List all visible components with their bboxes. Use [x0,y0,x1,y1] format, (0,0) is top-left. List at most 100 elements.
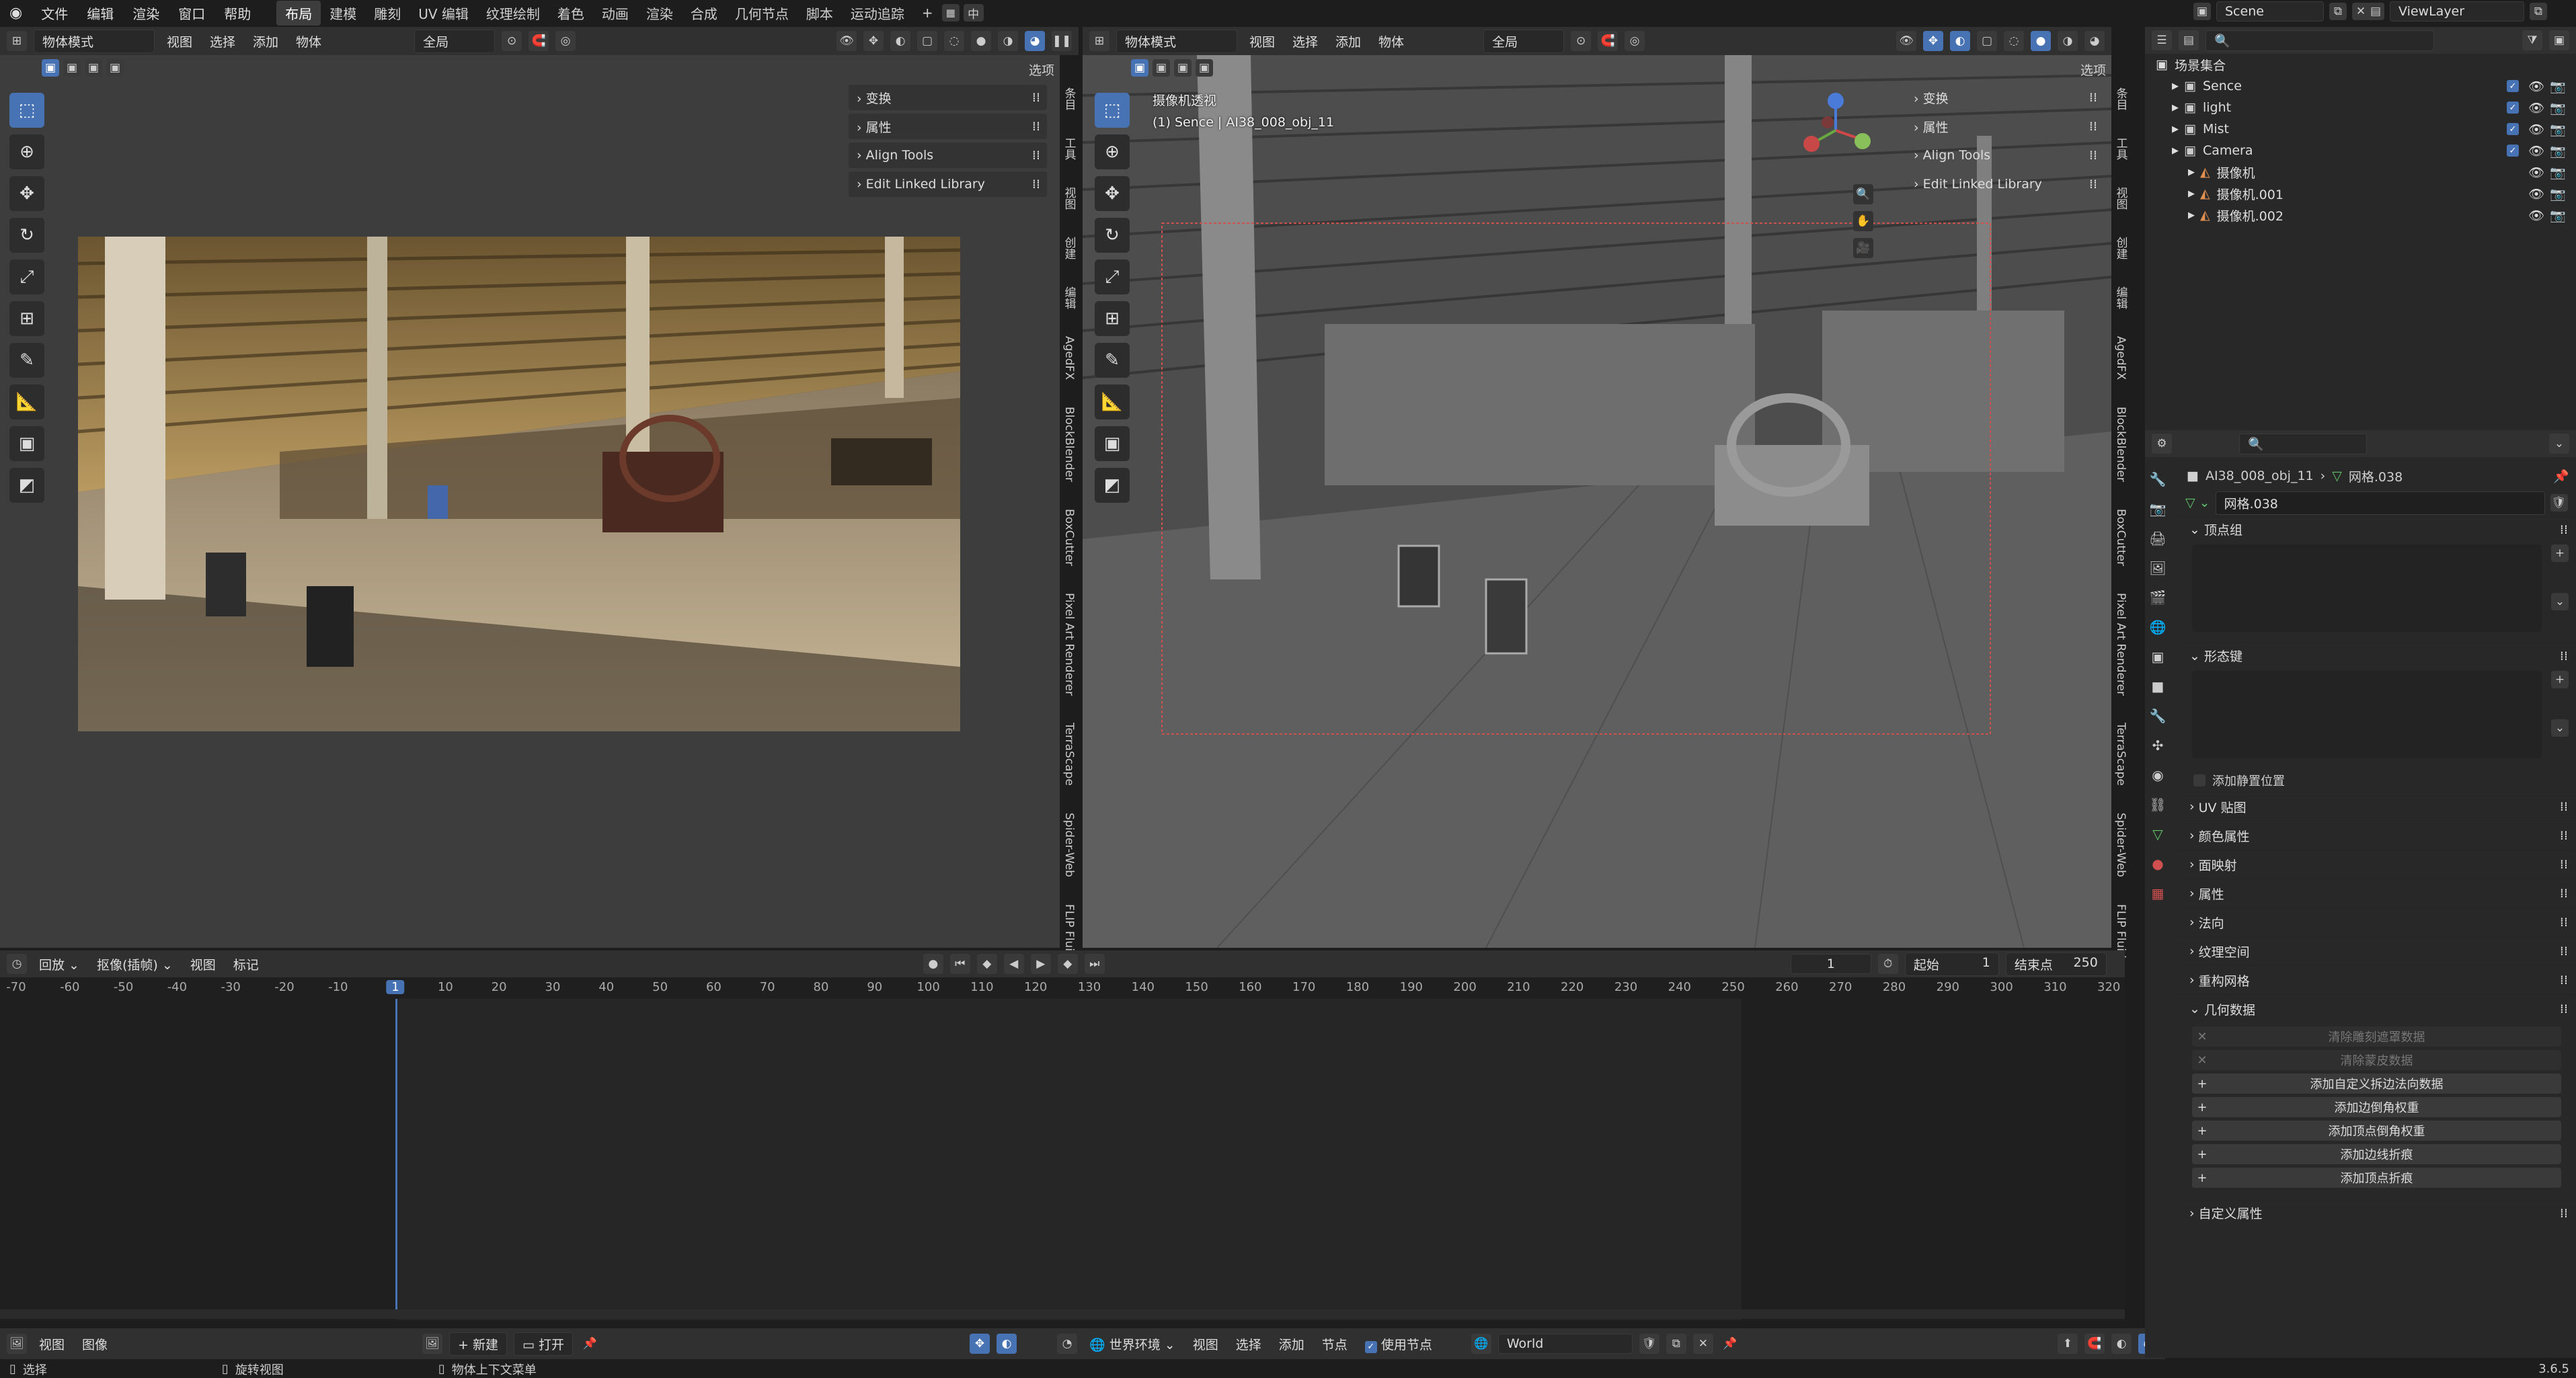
keying-menu[interactable]: 抠像(插帧) ⌄ [91,954,178,975]
gizmo-icon[interactable]: ✥ [863,31,884,51]
proportional-edit-icon[interactable]: ◎ [555,31,576,51]
menu-add[interactable]: 添加 [247,31,284,52]
properties-section[interactable]: › 纹理空间 ⁞⁞ [2177,936,2576,965]
pause-render-icon[interactable]: ❚❚ [1052,31,1072,51]
npanel-transform[interactable]: › 变换 ⁞⁞ [849,85,1047,110]
select-new-icon[interactable]: ▣ [1131,59,1148,77]
exclude-checkbox[interactable]: ✓ [2507,102,2519,114]
start-frame-field[interactable]: 起始 1 [1904,952,1999,976]
expand-arrow-icon[interactable]: ▶ [2188,210,2195,220]
properties-section[interactable]: › 面映射 ⁞⁞ [2177,850,2576,879]
image-browse-icon[interactable]: 🖼 [422,1334,443,1354]
jump-end-icon[interactable]: ⏭ [1084,954,1105,974]
select-extend-icon[interactable]: ▣ [1153,59,1170,77]
shading-wire-icon[interactable]: ◌ [2004,31,2024,51]
open-image-button[interactable]: ▭ 打开 [514,1332,574,1356]
sidebar-tab-view[interactable]: 视图 [1061,187,1078,210]
outliner-editor-icon[interactable]: ☰ [2152,30,2172,50]
geometry-data-button[interactable]: + 添加边线折痕 [2192,1144,2561,1164]
sidebar-tab-pixel-art[interactable]: Pixel Art Renderer [2114,593,2128,696]
tab-layout[interactable]: 布局 [276,0,321,26]
visibility-eye-icon[interactable]: 👁 [2528,122,2544,137]
render-camera-icon[interactable]: 📷 [2550,100,2566,116]
node-snap-toggle-icon[interactable]: 🧲 [2084,1334,2105,1354]
tab-compositing[interactable]: 合成 [682,1,726,26]
object-icon[interactable]: ■ [2146,675,2169,698]
select-invert-icon[interactable]: ▣ [106,59,124,77]
add-workspace-icon[interactable]: + [913,2,942,24]
gizmo-icon[interactable]: ✥ [1923,31,1943,51]
render-camera-icon[interactable]: 📷 [2550,165,2566,180]
shape-keys-section[interactable]: ⌄ 形态键 ⁞⁞ [2177,643,2576,668]
menu-window[interactable]: 窗口 [169,3,214,23]
camera-view-icon[interactable]: 🎥 [1853,238,1873,258]
expand-arrow-icon[interactable]: ▶ [2188,189,2195,199]
annotate-icon[interactable]: ✎ [1095,343,1130,378]
current-frame-field[interactable]: 1 [1790,954,1871,974]
timeline-view-menu[interactable]: 视图 [185,954,221,975]
add-cube-icon[interactable]: ▣ [9,426,44,461]
render-region-icon[interactable]: ◩ [9,468,44,503]
snap-icon[interactable]: 🧲 [529,31,549,51]
menu-render[interactable]: 渲染 [123,3,169,23]
render-icon[interactable]: 📷 [2146,497,2169,520]
npanel-align-tools[interactable]: › Align Tools ⁞⁞ [1906,143,2104,168]
timeline-area[interactable]: -70 -60 -50 -40 -30 -20 -10 1 10 20 30 40 50 60 70 80 90… [0,977,2125,1320]
overlay-icon[interactable]: ◐ [890,31,910,51]
pivot-icon[interactable]: ⊙ [502,31,522,51]
measure-icon[interactable]: 📐 [1095,384,1130,419]
menu-object[interactable]: 物体 [1373,31,1409,52]
view-layer-icon[interactable]: 🖼 [2146,557,2169,579]
sidebar-tab-create[interactable]: 创建 [2113,237,2130,259]
outliner-item[interactable]: ▶ ▣ light ✓ 👁 📷 [2145,97,2576,118]
visibility-eye-icon[interactable]: 👁 [2528,208,2544,223]
shading-solid-icon[interactable]: ● [971,31,991,51]
node-node-menu[interactable]: 节点 [1317,1334,1353,1354]
playback-menu[interactable]: 回放 ⌄ [34,954,85,975]
expand-arrow-icon[interactable]: ▶ [2172,81,2179,91]
expand-arrow-icon[interactable]: ▶ [2172,124,2179,134]
physics-icon[interactable]: ◉ [2146,764,2169,786]
menu-select[interactable]: 选择 [1287,31,1323,52]
transform-orientation-dropdown[interactable]: 全局 [1483,29,1565,53]
mode-dropdown[interactable]: 物体模式 [34,29,155,53]
add-vertex-group-icon[interactable]: + [2551,544,2569,562]
proportional-edit-icon[interactable]: ◎ [1625,31,1645,51]
xray-icon[interactable]: ▢ [1977,31,1997,51]
world-name-field[interactable]: World [1497,1334,1633,1354]
shading-solid-icon[interactable]: ● [2031,31,2051,51]
playhead-line[interactable] [395,999,397,1315]
visibility-eye-icon[interactable]: 👁 [2528,186,2544,202]
sidebar-tab-terrascape[interactable]: TerraScape [2114,723,2128,786]
jump-start-icon[interactable]: ⏮ [949,954,970,974]
tool-settings-icon[interactable]: 🔧 [2146,468,2169,491]
world-unlink-icon[interactable]: ✕ [1692,1334,1713,1354]
rotate-icon[interactable]: ↻ [9,218,44,253]
scene-icon[interactable]: ▣ [2193,3,2211,20]
sidebar-tab-boxcutter[interactable]: BoxCutter [2114,509,2128,566]
properties-section[interactable]: › 属性 ⁞⁞ [2177,879,2576,907]
view-layer-name-field[interactable]: ViewLayer [2390,1,2524,22]
menu-view[interactable]: 视图 [1244,31,1280,52]
outliner-item[interactable]: ▶ ▣ Sence ✓ 👁 📷 [2145,75,2576,97]
properties-editor-icon[interactable]: ⚙ [2152,434,2172,454]
next-keyframe-icon[interactable]: ◆ [1057,954,1078,974]
scale-icon[interactable]: ⤢ [9,259,44,294]
custom-properties-section[interactable]: › 自定义属性 ⁞⁞ [2177,1200,2576,1225]
stopwatch-icon[interactable]: ⏱ [1877,954,1898,974]
auto-keying-icon[interactable]: ● [923,954,943,974]
image-editor-icon[interactable]: 🖼 [7,1334,27,1354]
zoom-icon[interactable]: 🔍 [1853,184,1873,204]
shape-keys-listbox[interactable] [2192,671,2542,758]
visibility-icon[interactable]: 👁 [836,31,857,51]
tab-uv-editing[interactable]: UV 编辑 [409,1,477,26]
mesh-data-icon[interactable]: ▽ [2146,823,2169,846]
bottom-view-menu[interactable]: 视图 [34,1334,70,1354]
expand-arrow-icon[interactable]: ▶ [2172,146,2179,156]
measure-icon[interactable]: 📐 [9,384,44,419]
menu-select[interactable]: 选择 [204,31,241,52]
scene-icon[interactable]: 🎬 [2146,586,2169,609]
visibility-icon[interactable]: 👁 [1896,31,1916,51]
output-icon[interactable]: 🖨 [2146,527,2169,550]
geometry-data-button[interactable]: + 添加顶点折痕 [2192,1168,2561,1188]
